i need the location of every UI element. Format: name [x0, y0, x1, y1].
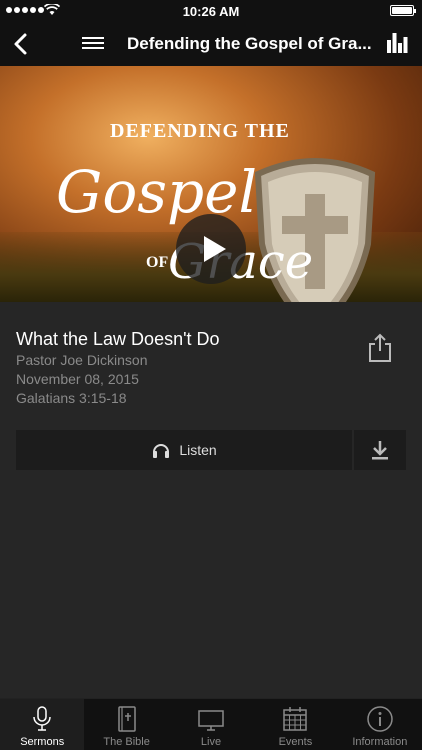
tab-label: Information — [352, 736, 408, 748]
tab-bar: Sermons The Bible Live Events Informatio… — [0, 698, 422, 750]
tab-label: Sermons — [20, 736, 65, 748]
sermon-title: What the Law Doesn't Do — [16, 329, 220, 349]
calendar-icon — [283, 707, 308, 731]
sermon-artwork[interactable]: DEFENDING THE Gospel OF Grace — [0, 66, 422, 302]
back-icon[interactable] — [8, 30, 36, 58]
download-icon — [372, 441, 388, 460]
artwork-gospel: Gospel — [56, 158, 258, 226]
download-button[interactable] — [354, 430, 406, 470]
info-icon — [367, 706, 393, 732]
sermon-reference: Galatians 3:15-18 — [16, 390, 127, 406]
tab-sermons[interactable]: Sermons — [0, 699, 85, 750]
tab-live[interactable]: Live — [169, 699, 253, 750]
tab-information[interactable]: Information — [338, 699, 422, 750]
tab-label: Live — [200, 736, 222, 748]
artwork-line1: DEFENDING THE — [110, 120, 290, 142]
headphones-icon — [153, 444, 170, 458]
sermon-pastor: Pastor Joe Dickinson — [16, 352, 148, 368]
sermon-date: November 08, 2015 — [16, 371, 139, 387]
listen-button[interactable]: Listen — [16, 430, 352, 470]
stats-icon[interactable] — [386, 32, 408, 54]
tv-icon — [198, 710, 224, 731]
microphone-icon — [33, 706, 51, 731]
artwork-of: OF — [146, 254, 169, 271]
tab-label: The Bible — [103, 736, 150, 748]
status-bar: 10:26 AM — [0, 0, 422, 22]
bible-icon — [117, 706, 136, 732]
listen-label: Listen — [179, 442, 217, 458]
tab-the-bible[interactable]: The Bible — [84, 699, 168, 750]
page-title: Defending the Gospel of Gra... — [127, 34, 372, 53]
play-button[interactable] — [176, 214, 246, 284]
battery-icon — [390, 5, 416, 16]
tab-label: Events — [278, 736, 313, 748]
status-time: 10:26 AM — [182, 4, 240, 19]
tab-events[interactable]: Events — [253, 699, 337, 750]
share-icon[interactable] — [366, 332, 394, 364]
menu-icon[interactable] — [82, 34, 110, 54]
nav-bar: Defending the Gospel of Gra... — [0, 22, 422, 66]
